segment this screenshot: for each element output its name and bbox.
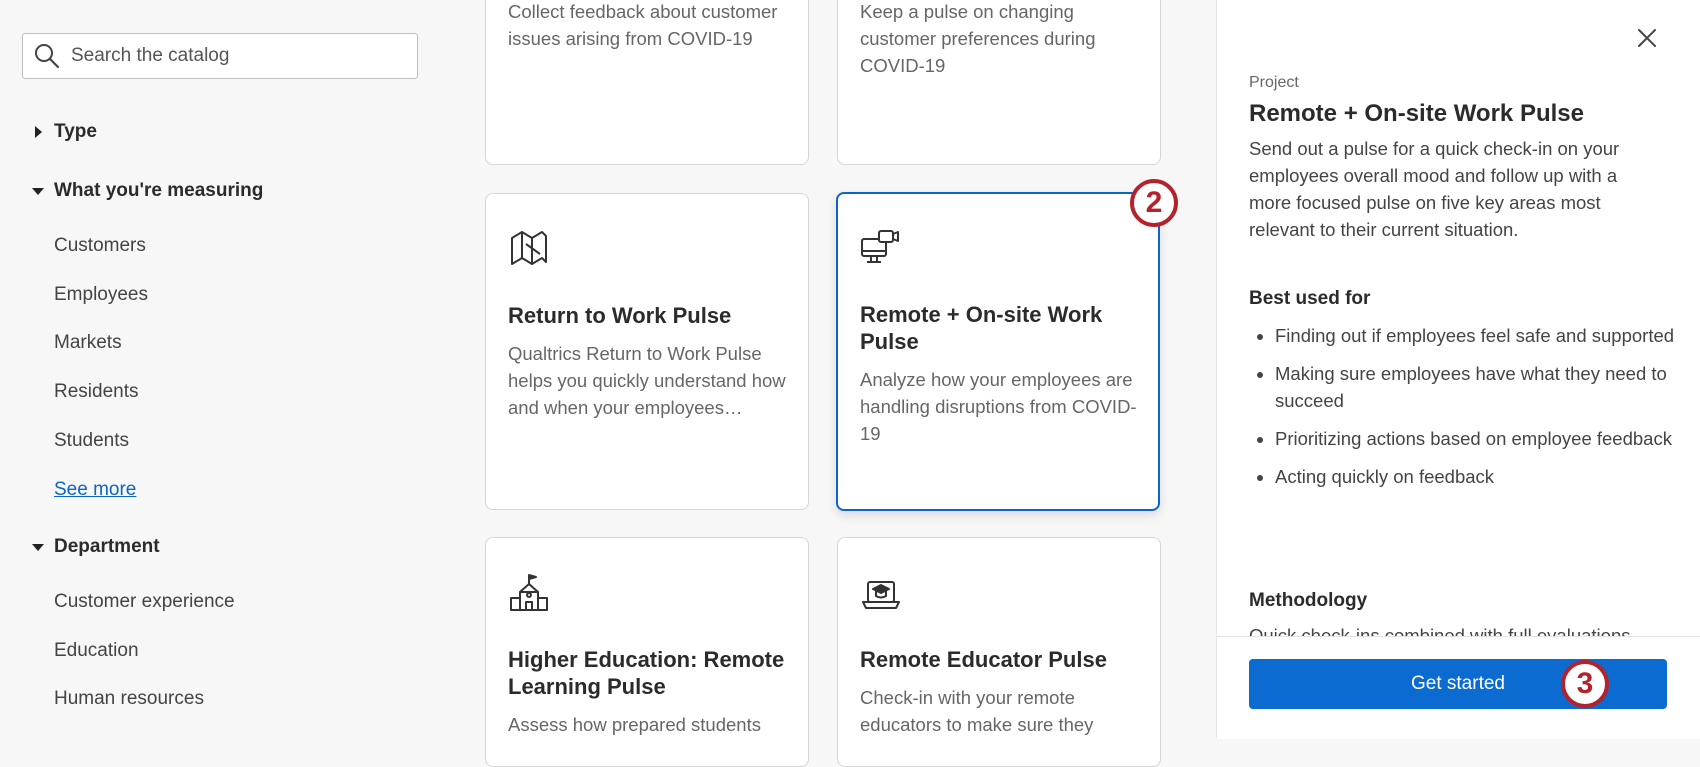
card-description: Analyze how your employees are handling … <box>860 369 1137 444</box>
panel-description: Send out a pulse for a quick check-in on… <box>1249 138 1620 240</box>
card-description: Qualtrics Return to Work Pulse helps you… <box>508 343 786 418</box>
card-description: Keep a pulse on changing customer prefer… <box>860 1 1096 76</box>
filter-option-employees[interactable]: Employees <box>54 284 148 306</box>
remote-work-icon <box>861 230 899 263</box>
filter-option-human-resources[interactable]: Human resources <box>54 688 204 710</box>
search-icon <box>35 44 60 69</box>
filter-measuring-toggle[interactable]: What you're measuring <box>30 180 263 202</box>
step-badge-3: 3 <box>1561 660 1609 708</box>
filter-department-label: Department <box>54 536 160 557</box>
best-used-list: Finding out if employees feel safe and s… <box>1249 322 1695 501</box>
school-icon <box>510 574 548 611</box>
list-item: Prioritizing actions based on employee f… <box>1275 425 1695 452</box>
close-icon[interactable] <box>1635 26 1659 50</box>
card-description: Collect feedback about customer issues a… <box>508 1 778 49</box>
filter-option-customer-experience[interactable]: Customer experience <box>54 591 235 613</box>
catalog-card-remote-educator[interactable]: Remote Educator Pulse Check-in with your… <box>837 537 1161 767</box>
catalog-card[interactable]: Keep a pulse on changing customer prefer… <box>837 0 1161 165</box>
list-item: Finding out if employees feel safe and s… <box>1275 322 1695 349</box>
catalog-card-return-to-work[interactable]: Return to Work Pulse Qualtrics Return to… <box>485 193 809 510</box>
search-input[interactable] <box>69 44 393 68</box>
laptop-graduation-icon <box>862 581 900 609</box>
methodology-heading: Methodology <box>1249 590 1368 611</box>
filter-option-residents[interactable]: Residents <box>54 381 139 403</box>
search-box[interactable] <box>22 33 418 79</box>
catalog-card[interactable]: Collect feedback about customer issues a… <box>485 0 809 165</box>
card-title: Remote + On-site Work Pulse <box>860 302 1103 354</box>
filter-option-students[interactable]: Students <box>54 430 129 452</box>
see-more-link[interactable]: See more <box>54 479 136 501</box>
panel-footer: Get started 3 <box>1217 636 1700 739</box>
catalog-card-remote-work-selected[interactable]: Remote + On-site Work Pulse Analyze how … <box>836 192 1160 511</box>
caret-down-icon <box>32 188 44 195</box>
card-description: Assess how prepared students <box>508 714 761 735</box>
list-item: Acting quickly on feedback <box>1275 463 1695 490</box>
detail-panel: Project Remote + On-site Work Pulse Send… <box>1216 0 1700 739</box>
card-title: Return to Work Pulse <box>508 303 732 328</box>
filter-option-education[interactable]: Education <box>54 640 139 662</box>
catalog-card-higher-education[interactable]: Higher Education: Remote Learning Pulse … <box>485 537 809 767</box>
best-used-heading: Best used for <box>1249 288 1371 309</box>
list-item: Making sure employees have what they nee… <box>1275 360 1695 414</box>
filter-option-markets[interactable]: Markets <box>54 332 122 354</box>
filter-sidebar: Type What you're measuring Customers Emp… <box>0 0 440 738</box>
return-to-work-icon <box>511 231 547 265</box>
filter-type-label: Type <box>54 121 97 142</box>
filter-option-customers[interactable]: Customers <box>54 235 146 257</box>
step-badge-2: 2 <box>1130 179 1178 227</box>
panel-kicker: Project <box>1249 74 1299 91</box>
filter-department-toggle[interactable]: Department <box>30 536 160 558</box>
card-title: Remote Educator Pulse <box>860 647 1107 672</box>
caret-down-icon <box>32 544 44 551</box>
card-description: Check-in with your remote educators to m… <box>860 687 1094 735</box>
caret-right-icon <box>35 126 42 138</box>
filter-measuring-label: What you're measuring <box>54 180 264 201</box>
panel-title: Remote + On-site Work Pulse <box>1249 100 1584 127</box>
card-title: Higher Education: Remote Learning Pulse <box>508 647 785 699</box>
filter-type-toggle[interactable]: Type <box>30 121 97 143</box>
